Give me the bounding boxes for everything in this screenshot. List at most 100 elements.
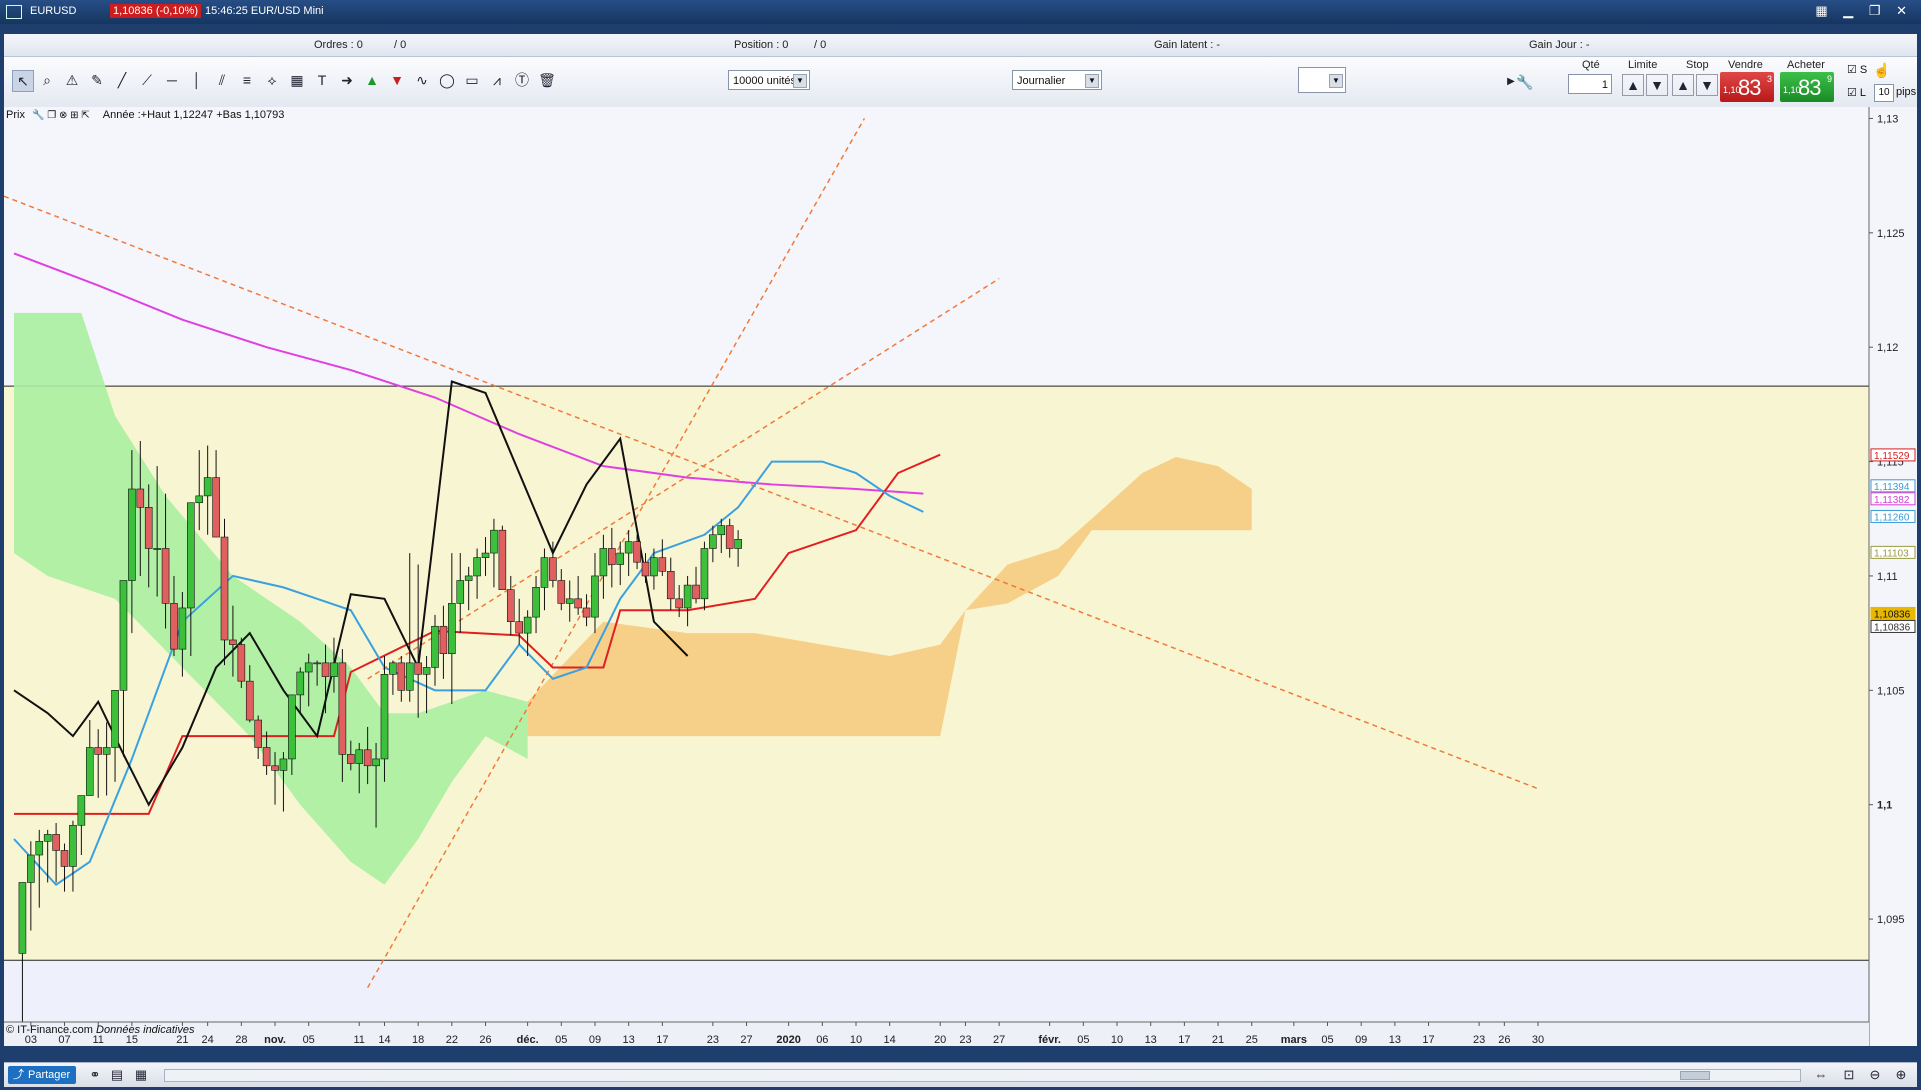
fit-icon[interactable]: ⇔ xyxy=(1812,1066,1830,1084)
limit-buy-icon[interactable]: ▲ xyxy=(1622,74,1644,96)
chart-area[interactable]: 1,13 1,125 1,12 1,115 1,11 1,105 1,1 1,095 03 07… xyxy=(4,107,1917,1046)
share-icon: ⤴ xyxy=(13,1069,24,1081)
candle-body xyxy=(650,557,658,577)
zoom-in-icon[interactable]: ⊕ xyxy=(1892,1066,1910,1084)
candle-body xyxy=(464,575,473,581)
arrow-right-icon[interactable]: ➜ xyxy=(337,70,357,90)
symbol-label[interactable]: EURUSD xyxy=(30,5,76,17)
position-b-label: / 0 xyxy=(814,39,827,51)
y-tick-label: 1,095 xyxy=(1877,914,1905,926)
chevron-down-icon[interactable]: ▼ xyxy=(1085,74,1099,88)
trash-icon[interactable]: 🗑 xyxy=(537,70,557,90)
sell-button[interactable]: 1,10 83 3 xyxy=(1720,72,1774,102)
candle-body xyxy=(77,795,86,826)
chart-style-select[interactable]: ▼ xyxy=(1298,67,1346,93)
candle-body xyxy=(237,644,246,682)
candle-body xyxy=(574,598,582,609)
units-select[interactable]: 10000 unités ▼ xyxy=(728,70,810,90)
candle-body xyxy=(321,662,330,677)
candle-body xyxy=(52,834,60,851)
grid-icon[interactable]: ▦ xyxy=(287,70,307,90)
candle-body xyxy=(422,667,431,675)
zoom-out-icon[interactable]: ⊖ xyxy=(1866,1066,1884,1084)
candle-body xyxy=(262,747,271,767)
ray-icon[interactable]: ⟋ xyxy=(137,70,157,90)
prix-label[interactable]: Prix xyxy=(6,109,25,121)
cursor-icon[interactable]: ☝ xyxy=(1872,60,1892,80)
hline-icon[interactable]: ─ xyxy=(162,70,182,90)
candle-body xyxy=(136,488,145,508)
price-chart-svg[interactable]: 1,131,1251,121,1151,111,1051,11,095 03 07… xyxy=(4,107,1917,1046)
candle-body xyxy=(717,525,726,536)
print-icon[interactable]: ▤ xyxy=(108,1066,126,1084)
ellipse-icon[interactable]: ◯ xyxy=(437,70,457,90)
x-tick-label: 13 xyxy=(623,1034,635,1046)
buy-button[interactable]: 1,10 83 9 xyxy=(1780,72,1834,102)
link-icon[interactable]: ⚭ xyxy=(86,1066,104,1084)
grid-view-icon[interactable]: ▦ xyxy=(132,1066,150,1084)
horizontal-scrollbar[interactable] xyxy=(164,1069,1801,1082)
wrench-icon[interactable]: 🔧 xyxy=(1515,72,1535,92)
magnifier-text-icon[interactable]: Ⓣ xyxy=(512,70,532,90)
x-tick-label: 05 xyxy=(555,1034,567,1046)
stop-buy-icon[interactable]: ▲ xyxy=(1672,74,1694,96)
stop-sell-icon[interactable]: ▼ xyxy=(1696,74,1718,96)
indicator-icon[interactable]: ⩘ xyxy=(487,70,507,90)
scroll-thumb[interactable] xyxy=(1680,1071,1710,1080)
arrow-down-icon[interactable]: ▼ xyxy=(387,70,407,90)
x-tick-label: 05 xyxy=(1077,1034,1089,1046)
wave-icon[interactable]: ∿ xyxy=(412,70,432,90)
x-tick-label: févr. xyxy=(1038,1034,1061,1046)
x-tick-label: 23 xyxy=(707,1034,719,1046)
share-button[interactable]: ⤴ Partager xyxy=(8,1066,77,1084)
x-tick-label: 17 xyxy=(656,1034,668,1046)
candle-body xyxy=(549,557,557,581)
y-tick-label: 1,11 xyxy=(1877,571,1898,583)
x-tick-label: 14 xyxy=(378,1034,390,1046)
fan-icon[interactable]: ⟡ xyxy=(262,70,282,90)
y-tick-label: 1,105 xyxy=(1877,685,1905,697)
upper-band xyxy=(4,107,1869,387)
ruler-icon[interactable]: ✎ xyxy=(87,70,107,90)
chevron-down-icon[interactable]: ▼ xyxy=(793,74,807,88)
zoom-icon[interactable]: ⌕ xyxy=(37,70,57,90)
text-icon[interactable]: T xyxy=(312,70,332,90)
x-tick-label: 24 xyxy=(202,1034,214,1046)
candle-body xyxy=(111,690,119,748)
window-buttons[interactable]: ▦ ▁ ❐ ✕ xyxy=(1815,3,1913,19)
chart-header-icons[interactable]: 🔧 ❐ ⊗ ⊞ ⇱ xyxy=(32,110,90,121)
candle-body xyxy=(675,598,683,609)
x-tick-label: 26 xyxy=(1498,1034,1510,1046)
sell-price-big: 83 xyxy=(1738,75,1762,100)
x-tick-label: 26 xyxy=(479,1034,491,1046)
candle-body xyxy=(448,603,456,655)
alert-icon[interactable]: ⚠ xyxy=(62,70,82,90)
rectangle-icon[interactable]: ▭ xyxy=(462,70,482,90)
period-select[interactable]: Journalier ▼ xyxy=(1012,70,1102,90)
line-icon[interactable]: ╱ xyxy=(112,70,132,90)
candle-body xyxy=(532,587,540,618)
candle-body xyxy=(153,548,161,550)
candle-body xyxy=(187,502,195,609)
x-tick-label: 05 xyxy=(1321,1034,1333,1046)
limit-sell-icon[interactable]: ▼ xyxy=(1646,74,1668,96)
candle-body xyxy=(338,662,347,755)
pointer-icon[interactable]: ↖ xyxy=(12,70,34,92)
candle-body xyxy=(346,754,355,764)
pips-input[interactable]: 10 xyxy=(1874,84,1894,102)
candle-body xyxy=(709,534,717,549)
zoom-fit-icon[interactable]: ⊡ xyxy=(1840,1066,1858,1084)
s-checkbox[interactable]: ☑ S xyxy=(1847,63,1867,76)
qty-input[interactable]: 1 xyxy=(1568,74,1612,94)
candle-body xyxy=(94,747,102,755)
candle-body xyxy=(405,662,414,691)
chevron-down-icon[interactable]: ▼ xyxy=(1329,74,1343,88)
arrow-up-icon[interactable]: ▲ xyxy=(362,70,382,90)
fibonacci-icon[interactable]: ≡ xyxy=(237,70,257,90)
channel-icon[interactable]: ⫽ xyxy=(212,70,232,90)
candle-body xyxy=(245,680,254,721)
vline-icon[interactable]: │ xyxy=(187,70,207,90)
l-checkbox[interactable]: ☑ L xyxy=(1847,86,1866,99)
candle-body xyxy=(431,625,439,668)
app-icon[interactable] xyxy=(6,5,22,19)
